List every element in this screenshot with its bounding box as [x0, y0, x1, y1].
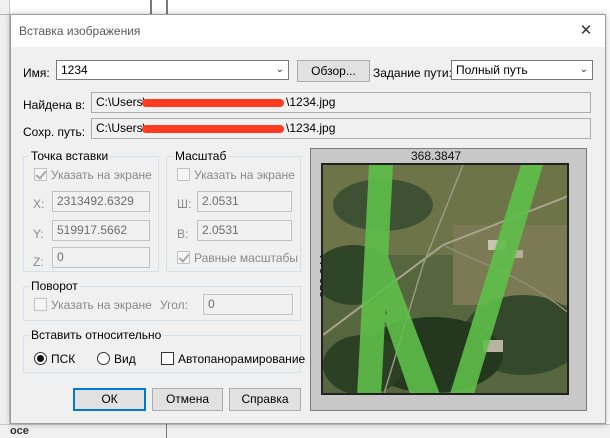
name-combobox[interactable]: 1234 ⌄	[56, 60, 289, 80]
dialog-title: Вставка изображения	[19, 24, 141, 38]
background-divider	[150, 0, 152, 14]
insertion-specify-on-screen-checkbox[interactable]	[34, 168, 47, 181]
path-type-value: Полный путь	[456, 63, 528, 77]
path-type-combobox[interactable]: Полный путь ⌄	[451, 60, 593, 80]
name-value: 1234	[61, 63, 88, 77]
height-scale-label: В:	[177, 227, 189, 241]
scale-title: Масштаб	[173, 149, 229, 163]
psk-radio[interactable]	[34, 352, 47, 365]
insert-image-dialog: Вставка изображения ✕ Имя: 1234 ⌄ Обзор.…	[10, 14, 606, 424]
insertion-point-title: Точка вставки	[29, 149, 111, 163]
width-scale-field[interactable]: 2.0531	[197, 191, 292, 212]
y-field[interactable]: 519917.5662	[52, 220, 150, 241]
scale-specify-on-screen-label: Указать на экране	[194, 168, 295, 182]
uniform-scale-checkbox[interactable]	[177, 251, 190, 264]
image-preview-panel: 368.3847 352.044	[310, 148, 587, 411]
insertion-specify-on-screen-label: Указать на экране	[51, 168, 152, 182]
found-in-label: Найдена в:	[23, 98, 86, 112]
found-in-path-prefix: C:\Users\	[96, 95, 147, 109]
ok-button[interactable]: ОК	[73, 388, 146, 411]
autopan-label: Автопанорамирование	[178, 352, 306, 366]
saved-path-prefix: C:\Users\	[96, 121, 147, 135]
dialog-titlebar[interactable]: Вставка изображения ✕	[11, 15, 605, 47]
background-panel	[0, 424, 610, 438]
background-divider	[0, 14, 10, 15]
saved-path-suffix: \1234.jpg	[286, 121, 336, 135]
angle-label: Угол:	[160, 298, 188, 312]
chevron-down-icon: ⌄	[579, 64, 588, 75]
preview-width-label: 368.3847	[411, 149, 462, 163]
z-field[interactable]: 0	[52, 247, 150, 268]
close-icon: ✕	[579, 22, 593, 39]
redaction-mark	[142, 125, 284, 133]
background-divider	[166, 0, 168, 14]
angle-field[interactable]: 0	[203, 294, 293, 315]
height-scale-field[interactable]: 2.0531	[197, 220, 292, 241]
name-label: Имя:	[23, 66, 50, 80]
path-type-label: Задание пути:	[373, 66, 452, 80]
redaction-mark	[142, 99, 284, 107]
z-label: Z:	[33, 255, 44, 269]
scale-specify-on-screen-checkbox[interactable]	[177, 168, 190, 181]
uniform-scale-label: Равные масштабы	[194, 251, 298, 265]
autopan-checkbox[interactable]	[161, 352, 174, 365]
found-in-path-suffix: \1234.jpg	[286, 95, 336, 109]
help-button[interactable]: Справка	[229, 388, 301, 411]
image-preview	[321, 163, 569, 395]
y-label: Y:	[33, 227, 44, 241]
background-tab-text: осе	[10, 425, 29, 437]
browse-button[interactable]: Обзор...	[297, 60, 370, 82]
psk-label: ПСК	[51, 352, 76, 366]
width-scale-label: Ш:	[177, 197, 192, 211]
view-radio[interactable]	[97, 352, 110, 365]
background-window	[0, 0, 10, 438]
insert-relative-title: Вставить относительно	[29, 328, 164, 342]
rotation-title: Поворот	[29, 279, 80, 293]
cancel-button[interactable]: Отмена	[152, 388, 223, 411]
rotation-specify-on-screen-label: Указать на экране	[51, 298, 152, 312]
background-divider	[166, 424, 167, 438]
view-label: Вид	[114, 352, 136, 366]
x-label: X:	[33, 197, 45, 211]
rotation-specify-on-screen-checkbox[interactable]	[34, 298, 47, 311]
chevron-down-icon: ⌄	[275, 64, 284, 75]
x-field[interactable]: 2313492.6329	[52, 191, 150, 212]
saved-path-label: Сохр. путь:	[23, 125, 86, 139]
satellite-image	[323, 165, 567, 393]
close-button[interactable]: ✕	[567, 15, 605, 47]
